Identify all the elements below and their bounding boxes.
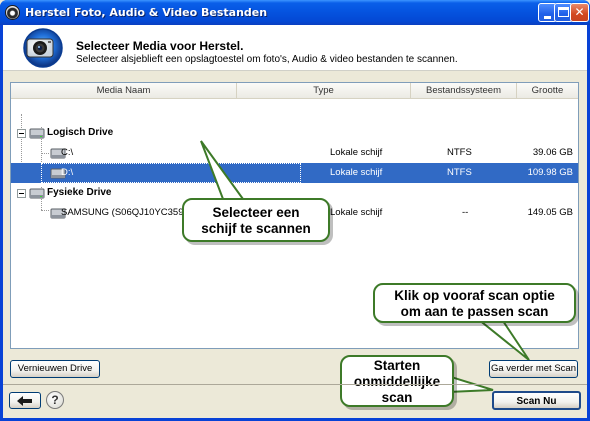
back-button[interactable] — [9, 392, 41, 409]
drive-size: 149.05 GB — [527, 207, 573, 218]
back-arrow-icon — [17, 396, 32, 406]
collapse-icon[interactable] — [17, 189, 26, 198]
drive-type: Lokale schijf — [330, 207, 383, 218]
minimize-icon — [544, 16, 551, 19]
list-header: Media Naam Type Bestandssysteem Grootte — [11, 83, 578, 99]
callout-arrow — [200, 140, 245, 200]
window-title: Herstel Foto, Audio & Video Bestanden — [25, 6, 268, 19]
list-item-d-drive[interactable]: D:\ Lokale schijf NTFS 109.98 GB — [11, 163, 578, 183]
drive-size: 109.98 GB — [527, 167, 573, 178]
drive-name: C:\ — [61, 147, 74, 158]
callout-text: Selecteer een schijf te scannen — [201, 205, 311, 236]
logo-icon — [23, 28, 63, 68]
title-bar[interactable]: Herstel Foto, Audio & Video Bestanden ✕ — [0, 0, 590, 25]
scan-now-button[interactable]: Scan Nu — [492, 391, 581, 410]
continue-scan-button[interactable]: Ga verder met Scan — [489, 360, 578, 378]
divider — [3, 384, 587, 385]
help-icon[interactable]: ? — [46, 391, 64, 409]
drive-icon — [29, 188, 45, 199]
callout-select-drive: Selecteer een schijf te scannen — [182, 198, 330, 242]
callout-start-scan: Starten onmiddellijke scan — [340, 355, 454, 407]
app-icon — [5, 5, 20, 20]
drive-type: Lokale schijf — [330, 167, 383, 178]
drive-name: D:\ — [61, 167, 74, 178]
group-row-logisch-drive[interactable]: Logisch Drive — [11, 123, 578, 143]
header-panel: Selecteer Media voor Herstel. Selecteer … — [3, 25, 587, 71]
column-bestandssysteem[interactable]: Bestandssysteem — [411, 83, 517, 99]
callout-text: Starten onmiddellijke scan — [353, 358, 441, 405]
drive-size: 39.06 GB — [532, 147, 573, 158]
collapse-icon[interactable] — [17, 129, 26, 138]
column-media-naam[interactable]: Media Naam — [11, 83, 237, 99]
app-window: Herstel Foto, Audio & Video Bestanden ✕ — [0, 0, 590, 421]
maximize-icon — [558, 7, 569, 17]
selection-focus — [41, 163, 301, 183]
group-label: Logisch Drive — [47, 127, 114, 138]
client-area: Selecteer Media voor Herstel. Selecteer … — [3, 25, 587, 418]
column-type[interactable]: Type — [237, 83, 411, 99]
drive-icon — [29, 128, 45, 139]
drive-filesystem: NTFS — [447, 147, 472, 158]
page-subtitle: Selecteer alsjeblieft een opslagtoestel … — [76, 54, 458, 65]
drive-type: Lokale schijf — [330, 147, 383, 158]
column-grootte[interactable]: Grootte — [517, 83, 578, 99]
callout-prescan: Klik op vooraf scan optie om aan te pass… — [373, 283, 576, 323]
list-item-c-drive[interactable]: C:\ Lokale schijf NTFS 39.06 GB — [11, 143, 578, 163]
close-button[interactable]: ✕ — [570, 3, 589, 22]
drive-name: SAMSUNG (S06QJ10YC35964) — [61, 207, 198, 218]
drive-filesystem: -- — [462, 207, 469, 218]
page-title: Selecteer Media voor Herstel. — [76, 39, 244, 53]
drive-filesystem: NTFS — [447, 167, 472, 178]
callout-text: Klik op vooraf scan optie om aan te pass… — [394, 288, 555, 319]
refresh-drive-button[interactable]: Vernieuwen Drive — [10, 360, 100, 378]
group-label: Fysieke Drive — [47, 187, 112, 198]
